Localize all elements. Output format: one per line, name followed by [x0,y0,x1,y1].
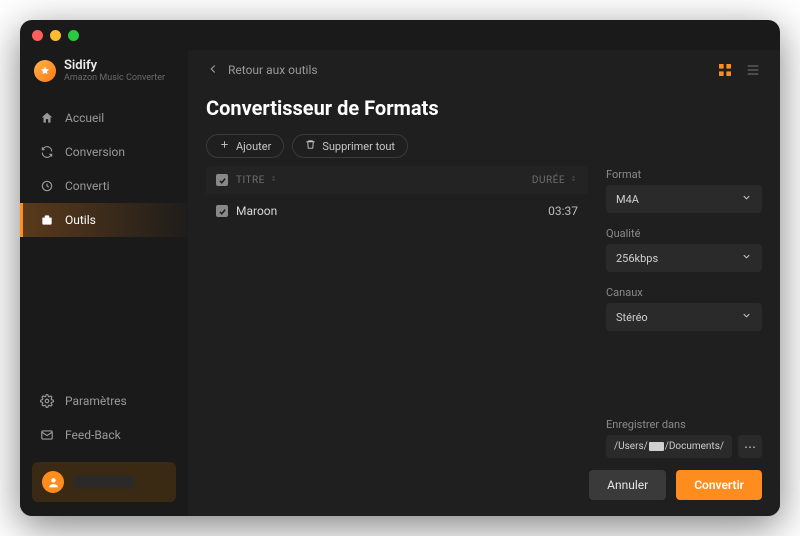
trash-icon [305,139,316,153]
options-panel: Format M4A Qualité 256kbps [606,166,762,458]
add-label: Ajouter [236,140,271,153]
select-all-checkbox[interactable] [216,174,228,186]
delete-all-label: Supprimer tout [322,140,395,153]
user-avatar-icon [42,471,64,493]
sidebar-item-label: Accueil [65,111,104,125]
chevron-down-icon [741,192,752,206]
footer-actions: Annuler Convertir [206,470,762,500]
chevron-down-icon [741,310,752,324]
close-icon[interactable] [32,30,43,41]
sidebar-item-label: Conversion [65,145,125,159]
topbar: Retour aux outils [206,50,762,90]
sidebar-item-label: Outils [65,213,96,227]
cancel-button[interactable]: Annuler [589,470,666,500]
arrow-left-icon [206,62,220,79]
home-icon [39,110,55,126]
sidebar-item-home[interactable]: Accueil [20,101,188,135]
table-row[interactable]: Maroon 03:37 [206,194,588,228]
col-duration: DURÉE [532,175,565,186]
list-view-icon[interactable] [744,61,762,79]
row-checkbox[interactable] [216,205,228,217]
nav: Accueil Conversion Converti [20,101,188,237]
sidebar-item-label: Converti [65,179,110,193]
plus-icon [219,139,230,153]
channels-select[interactable]: Stéréo [606,303,762,331]
main: Retour aux outils Convertisseur de Forma… [188,50,780,516]
brand: Sidify Amazon Music Converter [20,52,188,97]
cell-duration: 03:37 [518,204,578,218]
sidebar: Sidify Amazon Music Converter Accueil Co… [20,50,188,516]
view-toggles [716,61,762,79]
format-select[interactable]: M4A [606,185,762,213]
sidebar-item-converted[interactable]: Converti [20,169,188,203]
grid-view-icon[interactable] [716,61,734,79]
quality-label: Qualité [606,227,762,240]
quality-value: 256kbps [616,252,658,265]
path-prefix: /Users/ [614,441,648,452]
sort-icon[interactable] [269,174,278,186]
action-row: Ajouter Supprimer tout [206,134,762,158]
titlebar [20,20,780,50]
format-value: M4A [616,193,639,206]
table-header: TITRE DURÉE [206,166,588,194]
gear-icon [39,393,55,409]
browse-path-button[interactable]: ⋯ [738,435,762,458]
path-suffix: /Documents/ [665,441,724,452]
delete-all-button[interactable]: Supprimer tout [292,134,408,158]
sort-icon[interactable] [569,174,578,186]
channels-value: Stéréo [616,311,648,324]
save-label: Enregistrer dans [606,418,762,431]
path-redacted [649,442,664,451]
toolbox-icon [39,212,55,228]
track-table: TITRE DURÉE [206,166,588,458]
format-label: Format [606,168,762,181]
mail-icon [39,427,55,443]
channels-label: Canaux [606,286,762,299]
page-title: Convertisseur de Formats [206,96,762,120]
minimize-icon[interactable] [50,30,61,41]
back-link[interactable]: Retour aux outils [206,62,318,79]
sidebar-item-conversion[interactable]: Conversion [20,135,188,169]
sidebar-item-settings[interactable]: Paramètres [20,384,188,418]
refresh-icon [39,144,55,160]
ellipsis-icon: ⋯ [744,440,756,454]
save-path-field[interactable]: /Users/ /Documents/ [606,435,732,458]
sidebar-item-label: Paramètres [65,394,127,408]
sidebar-item-feedback[interactable]: Feed-Back [20,418,188,452]
sidebar-item-tools[interactable]: Outils [20,203,188,237]
brand-logo-icon [34,60,56,82]
add-button[interactable]: Ajouter [206,134,284,158]
app-window: Sidify Amazon Music Converter Accueil Co… [20,20,780,516]
maximize-icon[interactable] [68,30,79,41]
col-title: TITRE [236,175,265,186]
user-chip[interactable] [32,462,176,502]
back-label: Retour aux outils [228,63,318,77]
cell-title: Maroon [236,204,518,218]
quality-select[interactable]: 256kbps [606,244,762,272]
window-controls [32,30,79,41]
user-name-redacted [74,476,134,488]
brand-name: Sidify [64,58,165,73]
brand-subtitle: Amazon Music Converter [64,73,165,83]
clock-icon [39,178,55,194]
convert-button[interactable]: Convertir [676,470,762,500]
chevron-down-icon [741,251,752,265]
sidebar-item-label: Feed-Back [65,428,121,442]
